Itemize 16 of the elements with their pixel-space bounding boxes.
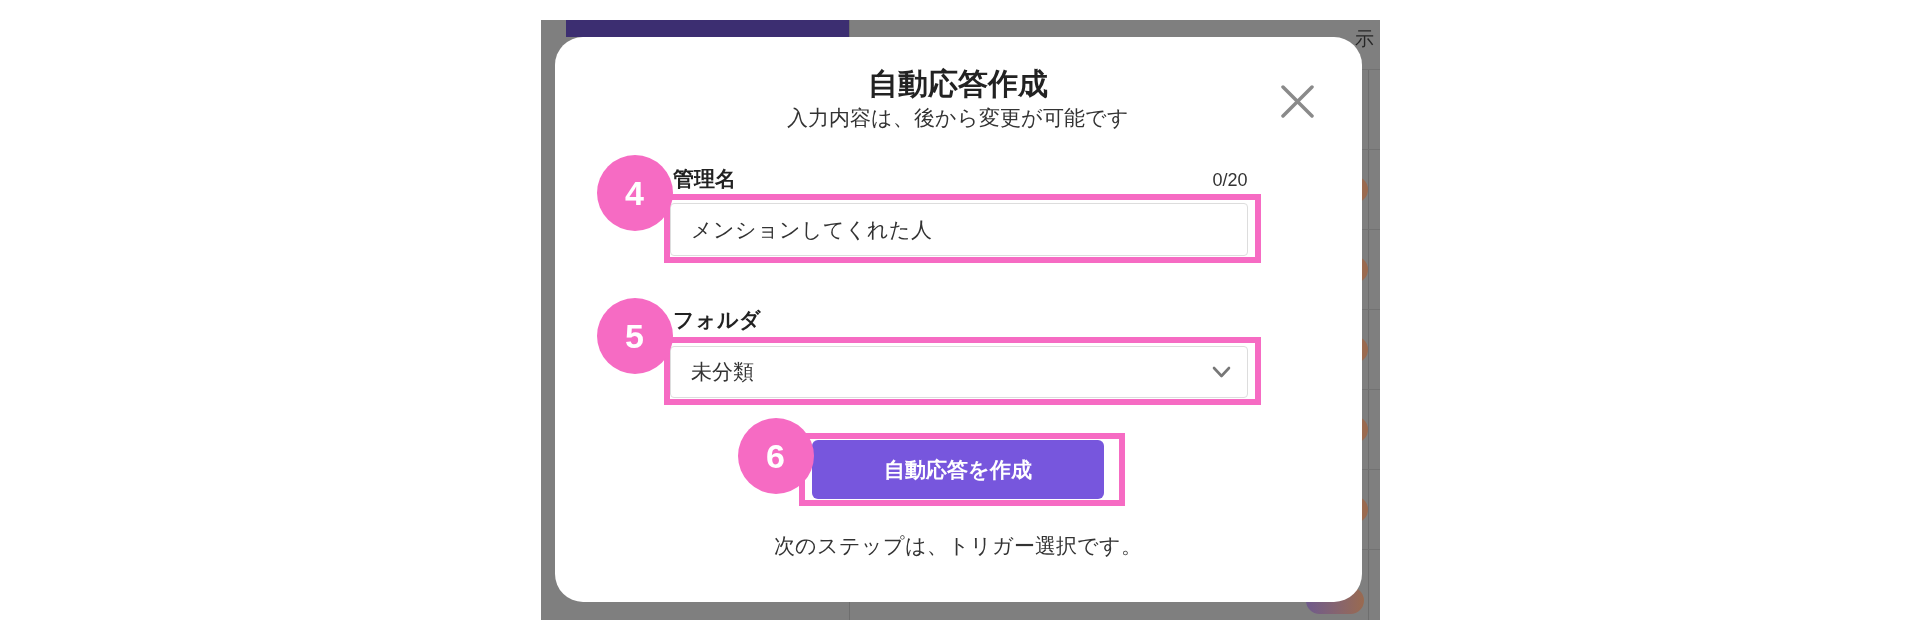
dialog-title: 自動応答作成 [868,66,1048,102]
step-marker: 6 [737,418,814,494]
folder-select[interactable]: 未分類 [669,346,1248,398]
step-marker: 4 [596,155,673,231]
close-icon [1280,85,1314,118]
name-input[interactable]: メンションしてくれた人 [669,203,1248,256]
field-label: 管理名 [672,166,736,191]
character-counter: 0/20 [1212,169,1248,191]
create-button[interactable]: 自動応答を作成 [811,440,1104,499]
field-label: フォルダ [672,307,761,332]
close-button[interactable] [1280,85,1314,118]
step-marker: 5 [596,298,673,374]
header-text: 示 [1354,28,1374,50]
next-step-note: 次のステップは、トリガー選択です。 [774,533,1142,558]
dialog-subtitle: 入力内容は、後から変更が可能です [787,105,1129,130]
chevron-icon [1211,366,1231,378]
